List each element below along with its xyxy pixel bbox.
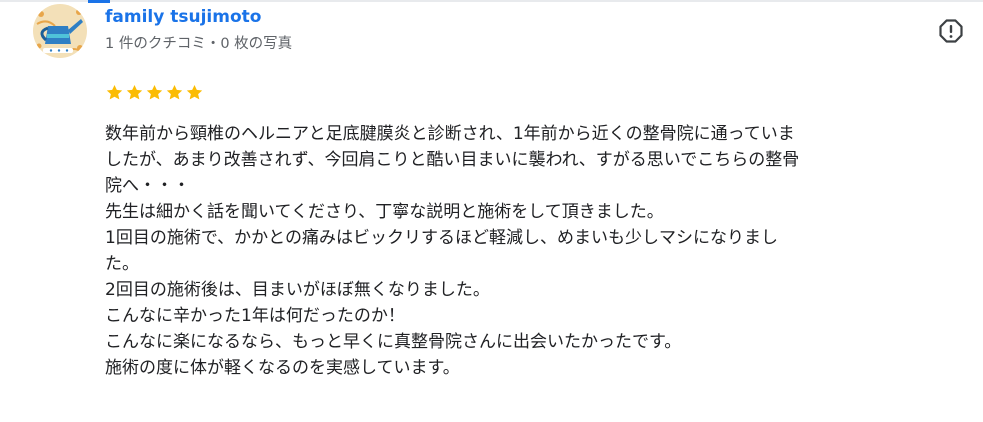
star-icon — [165, 83, 184, 102]
review-text: 数年前から頸椎のヘルニアと足底腱膜炎と診断され、1年前から近くの整骨院に通ってい… — [105, 121, 973, 381]
report-button[interactable] — [938, 18, 964, 44]
review-line: 数年前から頸椎のヘルニアと足底腱膜炎と診断され、1年前から近くの整骨院に通ってい… — [105, 124, 795, 144]
star-rating — [105, 83, 205, 103]
watering-can-icon — [33, 4, 87, 58]
author-meta: 1 件のクチコミ・0 枚の写真 — [105, 36, 293, 52]
review-line: た。 — [105, 254, 139, 274]
avatar[interactable] — [33, 4, 87, 58]
top-accent-bar — [88, 0, 110, 3]
review-line: したが、あまり改善されず、今回肩こりと酷い目まいに襲われ、すがる思いでこちらの整… — [105, 150, 800, 170]
review-line: こんなに楽になるなら、もっと早くに真整骨院さんに出会いたかったです。 — [105, 332, 682, 352]
review-line: 先生は細かく話を聞いてくださり、丁寧な説明と施術をして頂きました。 — [105, 202, 664, 222]
top-divider — [0, 0, 983, 2]
report-icon — [939, 19, 963, 43]
author-name[interactable]: family tsujimoto — [105, 6, 261, 28]
review-line: 施術の度に体が軽くなるのを実感しています。 — [105, 358, 460, 378]
review-line: こんなに辛かった1年は何だったのか！ — [105, 306, 405, 326]
star-icon — [145, 83, 164, 102]
star-icon — [125, 83, 144, 102]
review-line: 院へ・・・ — [105, 176, 190, 196]
review-line: 1回目の施術で、かかとの痛みはビックリするほど軽減し、めまいも少しマシになりまし — [105, 228, 778, 248]
star-icon — [105, 83, 124, 102]
review-line: 2回目の施術後は、目まいがほぼ無くなりました。 — [105, 280, 490, 300]
star-icon — [185, 83, 204, 102]
